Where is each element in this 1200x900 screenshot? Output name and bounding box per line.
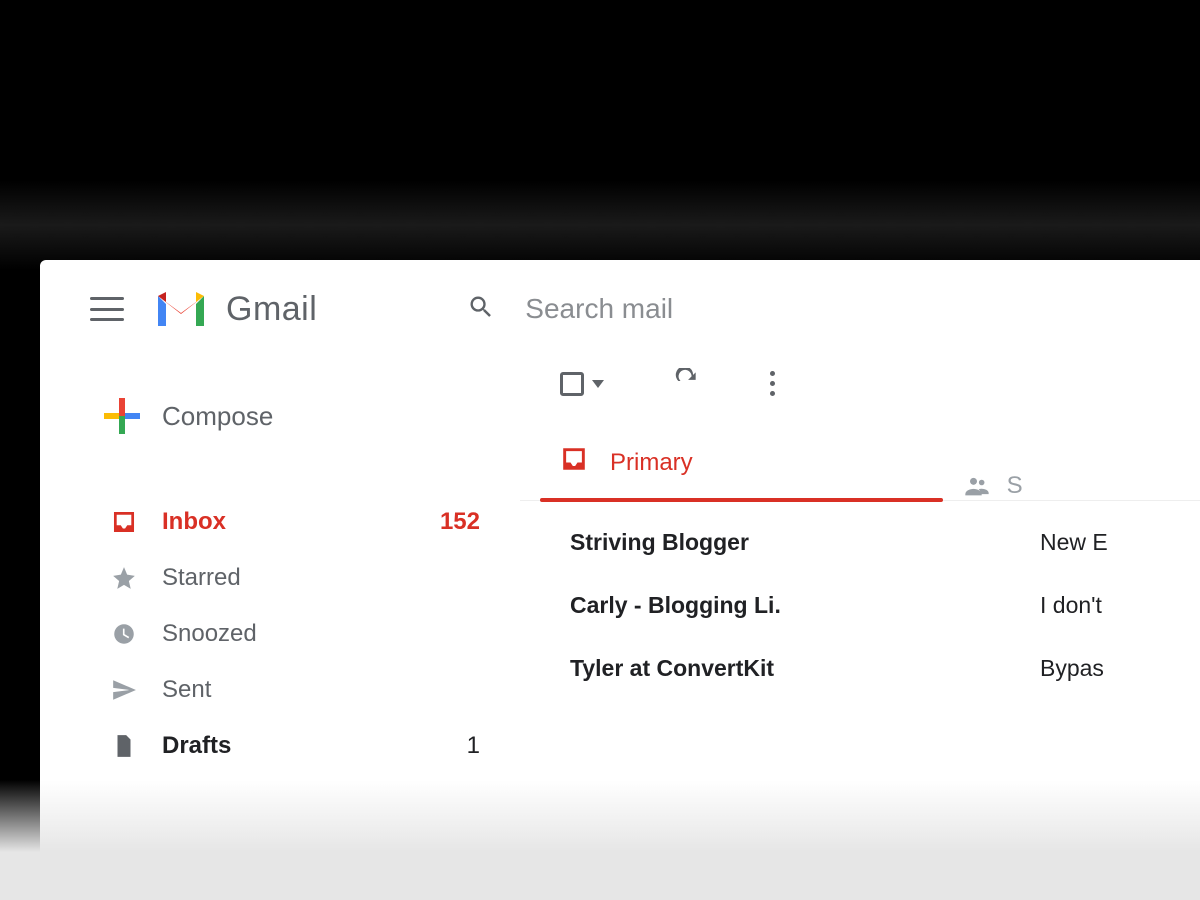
mail-sender: Striving Blogger (570, 529, 950, 556)
mail-row[interactable]: Carly - Blogging Li. I don't (520, 574, 1200, 637)
header-bar: Gmail (40, 260, 1200, 348)
mail-subject: I don't (1040, 592, 1102, 619)
tab-social[interactable]: S (963, 472, 1023, 500)
inbox-icon (110, 508, 138, 536)
category-tabs: Primary S (520, 429, 1200, 501)
star-icon (110, 564, 138, 592)
mail-sender: Carly - Blogging Li. (570, 592, 950, 619)
inbox-icon (560, 445, 588, 480)
clock-icon (110, 620, 138, 648)
sidebar-item-label: Inbox (162, 508, 226, 536)
mail-subject: New E (1040, 529, 1108, 556)
plus-icon (104, 398, 140, 434)
sidebar-item-label: Starred (162, 564, 241, 592)
tab-primary[interactable]: Primary (550, 429, 703, 500)
app-name: Gmail (226, 290, 317, 329)
compose-button[interactable]: Compose (90, 388, 500, 444)
sidebar-item-snoozed[interactable]: Snoozed (90, 606, 500, 662)
compose-label: Compose (162, 401, 273, 432)
sidebar-item-label: Sent (162, 676, 211, 704)
search-area (467, 293, 925, 326)
tab-label: Primary (610, 449, 693, 477)
file-icon (110, 732, 138, 760)
drafts-count: 1 (467, 732, 480, 760)
sidebar-item-drafts[interactable]: Drafts 1 (90, 718, 500, 774)
tab-label: S (1007, 472, 1023, 500)
gmail-logo-icon (154, 288, 208, 330)
mail-row[interactable]: Tyler at ConvertKit Bypas (520, 637, 1200, 700)
checkbox-icon (560, 372, 584, 396)
people-icon (963, 472, 991, 500)
search-input[interactable] (525, 293, 925, 325)
mail-list: Striving Blogger New E Carly - Blogging … (520, 501, 1200, 700)
mail-sender: Tyler at ConvertKit (570, 655, 950, 682)
mail-toolbar (520, 358, 1200, 429)
more-menu-button[interactable] (770, 371, 775, 396)
mail-row[interactable]: Striving Blogger New E (520, 511, 1200, 574)
sidebar-item-starred[interactable]: Starred (90, 550, 500, 606)
body-row: Compose Inbox 152 Starred Snoozed (40, 348, 1200, 774)
inbox-count: 152 (440, 508, 480, 536)
send-icon (110, 676, 138, 704)
mail-subject: Bypas (1040, 655, 1104, 682)
select-all-checkbox[interactable] (560, 372, 604, 396)
sidebar-item-label: Drafts (162, 732, 231, 760)
chevron-down-icon (592, 380, 604, 388)
logo-area[interactable]: Gmail (154, 288, 317, 330)
refresh-button[interactable] (674, 368, 700, 399)
sidebar: Compose Inbox 152 Starred Snoozed (40, 348, 520, 774)
main-panel: Primary S Striving Blogger New E Carly -… (520, 348, 1200, 774)
sidebar-item-sent[interactable]: Sent (90, 662, 500, 718)
search-icon[interactable] (467, 293, 495, 326)
gmail-window: Gmail Compose Inbox 15 (40, 260, 1200, 900)
main-menu-icon[interactable] (90, 297, 124, 321)
sidebar-item-inbox[interactable]: Inbox 152 (90, 494, 500, 550)
sidebar-item-label: Snoozed (162, 620, 257, 648)
